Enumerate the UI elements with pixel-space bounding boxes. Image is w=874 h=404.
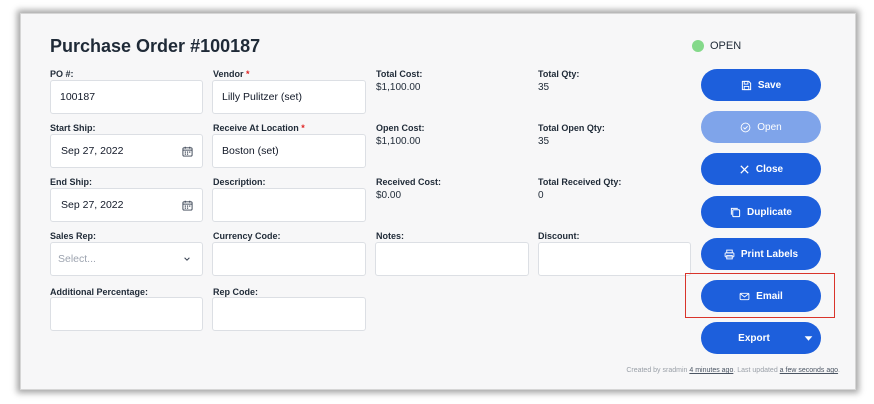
description-field[interactable]	[212, 188, 366, 222]
chevron-down-icon	[181, 253, 193, 265]
open-label: Open	[757, 121, 782, 133]
status-label: OPEN	[710, 40, 742, 52]
page-title: Purchase Order #100187	[50, 36, 261, 56]
receive-at-location-field[interactable]: Boston (set)	[212, 134, 366, 168]
start-ship-label: Start Ship:	[50, 123, 96, 133]
po-number-field[interactable]: 100187	[50, 80, 203, 114]
start-ship-value: Sep 27, 2022	[61, 145, 124, 157]
duplicate-icon	[730, 207, 741, 217]
currency-code-field[interactable]	[212, 242, 366, 276]
vendor-label: Vendor *	[213, 69, 250, 79]
save-label: Save	[757, 79, 782, 91]
sales-rep-select[interactable]: Select...	[50, 242, 203, 276]
print-labels-button[interactable]: Print Labels	[701, 238, 821, 270]
total-qty-value: 35	[538, 82, 550, 93]
notes-field[interactable]	[375, 242, 529, 276]
end-ship-date-field[interactable]: Sep 27, 2022	[50, 188, 203, 222]
required-marker: *	[246, 69, 250, 79]
status-indicator: OPEN	[692, 40, 741, 52]
email-label: Email	[756, 290, 783, 302]
total-qty-label: Total Qty:	[538, 69, 580, 79]
caret-down-icon[interactable]	[801, 322, 815, 354]
description-label: Description:	[213, 177, 266, 187]
open-cost-value: $1,100.00	[376, 136, 421, 147]
calendar-icon[interactable]	[181, 199, 193, 211]
total-open-qty-value: 35	[538, 136, 550, 147]
receive-at-value: Boston (set)	[222, 145, 279, 157]
close-button[interactable]: Close	[701, 153, 821, 185]
vendor-value: Lilly Pulitzer (set)	[222, 91, 302, 103]
rep-code-label: Rep Code:	[213, 287, 258, 297]
receive-at-label: Receive At Location *	[213, 123, 305, 133]
additional-percentage-label: Additional Percentage:	[50, 287, 149, 297]
start-ship-date-field[interactable]: Sep 27, 2022	[50, 134, 203, 168]
print-labels-label: Print Labels	[740, 248, 799, 260]
sales-rep-label: Sales Rep:	[50, 231, 97, 241]
open-button[interactable]: Open	[701, 111, 821, 143]
total-open-qty-label: Total Open Qty:	[538, 123, 605, 133]
sales-rep-placeholder: Select...	[58, 253, 96, 265]
created-time-link[interactable]: 4 minutes ago	[689, 367, 733, 374]
end-ship-label: End Ship:	[50, 177, 92, 187]
save-button[interactable]: Save	[701, 69, 821, 101]
close-icon	[740, 164, 749, 174]
total-cost-value: $1,100.00	[376, 82, 421, 93]
notes-label: Notes:	[376, 231, 405, 241]
rep-code-field[interactable]	[212, 297, 366, 331]
email-button[interactable]: Email	[701, 280, 821, 312]
check-circle-icon	[740, 122, 751, 132]
currency-code-label: Currency Code:	[213, 231, 281, 241]
po-label: PO #:	[50, 69, 74, 79]
required-marker: *	[301, 123, 305, 133]
received-cost-value: $0.00	[376, 190, 402, 201]
discount-field[interactable]	[538, 242, 691, 276]
end-ship-value: Sep 27, 2022	[61, 199, 124, 211]
envelope-icon	[739, 292, 750, 300]
duplicate-label: Duplicate	[746, 206, 792, 218]
audit-footer: Created by sradmin 4 minutes ago. Last u…	[626, 367, 840, 374]
close-label: Close	[755, 163, 784, 175]
vendor-field[interactable]: Lilly Pulitzer (set)	[212, 80, 366, 114]
status-dot	[692, 40, 704, 52]
export-label: Export	[738, 332, 770, 344]
printer-icon	[724, 249, 735, 259]
save-icon	[741, 80, 751, 90]
open-cost-label: Open Cost:	[376, 123, 425, 133]
export-button[interactable]: Export	[701, 322, 821, 354]
calendar-icon[interactable]	[181, 145, 193, 157]
additional-percentage-field[interactable]	[50, 297, 203, 331]
po-number-value: 100187	[60, 91, 96, 103]
duplicate-button[interactable]: Duplicate	[701, 196, 821, 228]
updated-time-link[interactable]: a few seconds ago	[780, 367, 838, 374]
discount-label: Discount:	[538, 231, 580, 241]
received-cost-label: Received Cost:	[376, 177, 442, 187]
total-received-qty-value: 0	[538, 190, 544, 201]
total-received-qty-label: Total Received Qty:	[538, 177, 622, 187]
total-cost-label: Total Cost:	[376, 69, 423, 79]
